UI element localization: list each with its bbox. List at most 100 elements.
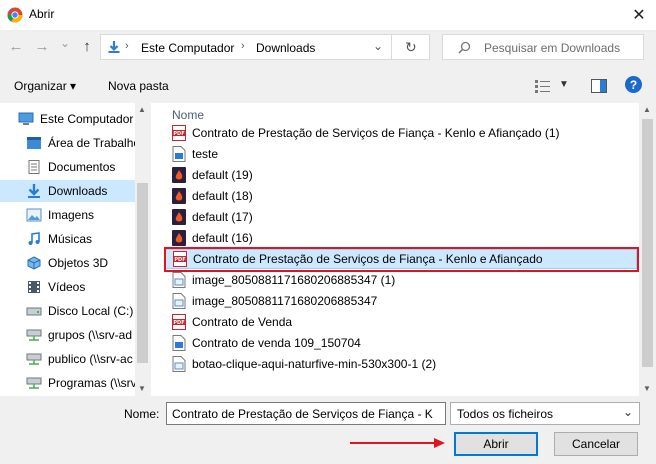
- breadcrumb-downloads[interactable]: Downloads: [256, 41, 315, 55]
- forward-button[interactable]: →: [34, 38, 50, 55]
- command-bar: Organizar ▾ Nova pasta ▼ ?: [0, 70, 656, 102]
- scrollbar-thumb[interactable]: [137, 183, 148, 363]
- tree-item-label: Área de Trabalho: [48, 136, 141, 150]
- scroll-down-icon[interactable]: ▼: [138, 384, 146, 393]
- tree-item-label: Este Computador: [40, 112, 134, 126]
- close-icon: ✕: [632, 7, 646, 24]
- tree-item-imagens[interactable]: Imagens: [0, 204, 150, 226]
- svg-text:PDF: PDF: [173, 320, 184, 326]
- adobe-icon: [164, 167, 192, 183]
- file-name: teste: [192, 147, 219, 161]
- tree-item-programas[interactable]: Programas (\\srv: [0, 372, 150, 394]
- column-header-nome[interactable]: Nome: [172, 108, 204, 122]
- adobe-icon: [164, 188, 192, 204]
- file-name: image_8050881171680206885347: [192, 294, 378, 308]
- search-input[interactable]: Pesquisar em Downloads: [484, 41, 620, 55]
- address-dropdown-icon[interactable]: ⌄: [373, 39, 383, 53]
- tree-item-area-de-trabalho[interactable]: Área de Trabalho: [0, 132, 150, 154]
- file-name: Contrato de venda 109_150704: [192, 336, 361, 350]
- image-file-icon: [164, 293, 192, 309]
- highlight-box: [164, 247, 639, 272]
- breadcrumb-separator: ›: [241, 40, 245, 52]
- tree-item-label: publico (\\srv-ac: [48, 352, 133, 366]
- organize-button[interactable]: Organizar ▾: [14, 79, 76, 93]
- tree-item-musicas[interactable]: Músicas: [0, 228, 150, 250]
- scroll-up-icon[interactable]: ▲: [643, 105, 651, 114]
- file-row[interactable]: default (17): [164, 207, 637, 227]
- image-file-icon: [164, 356, 192, 372]
- tree-item-este-computador[interactable]: Este Computador: [0, 108, 150, 130]
- tree-item-label: Imagens: [48, 208, 95, 222]
- tree-item-publico[interactable]: publico (\\srv-ac: [0, 348, 150, 370]
- file-row[interactable]: default (19): [164, 165, 637, 185]
- scrollbar-thumb[interactable]: [642, 119, 653, 367]
- file-row[interactable]: image_8050881171680206885347: [164, 291, 637, 311]
- svg-text:PDF: PDF: [173, 131, 184, 137]
- filename-value: Contrato de Prestação de Serviços de Fia…: [172, 407, 433, 421]
- tree-item-label: Programas (\\srv: [48, 376, 137, 390]
- tree-item-objetos-3d[interactable]: Objetos 3D: [0, 252, 150, 274]
- up-button[interactable]: ↑: [79, 38, 95, 55]
- tree-item-label: Vídeos: [48, 280, 86, 294]
- chrome-icon: [7, 7, 23, 23]
- tree-item-grupos[interactable]: grupos (\\srv-ad: [0, 324, 150, 346]
- document-icon: [164, 146, 192, 162]
- tree-item-videos[interactable]: Vídeos: [0, 276, 150, 298]
- refresh-icon[interactable]: ↻: [405, 39, 417, 56]
- file-row[interactable]: Contrato de venda 109_150704: [164, 333, 637, 353]
- objects3d-icon: [27, 256, 41, 270]
- new-folder-button[interactable]: Nova pasta: [108, 79, 169, 93]
- file-row[interactable]: PDF Contrato de Venda: [164, 312, 637, 332]
- navigation-scrollbar[interactable]: ▲ ▼: [135, 103, 150, 396]
- tree-item-label: Músicas: [48, 232, 93, 246]
- tree-item-documentos[interactable]: Documentos: [0, 156, 150, 178]
- back-button[interactable]: ←: [8, 38, 24, 55]
- open-button[interactable]: Abrir: [454, 432, 538, 456]
- file-name: Contrato de Prestação de Serviços de Fia…: [192, 126, 560, 140]
- drive-icon: [26, 307, 42, 316]
- address-bar[interactable]: › Este Computador › Downloads ⌄ ↻: [100, 34, 430, 60]
- red-arrow-annotation: [350, 438, 445, 448]
- scroll-up-icon[interactable]: ▲: [138, 105, 146, 114]
- images-icon: [26, 208, 42, 222]
- file-row[interactable]: botao-clique-aqui-naturfive-min-530x300-…: [164, 354, 637, 374]
- filename-field[interactable]: Contrato de Prestação de Serviços de Fia…: [166, 402, 446, 425]
- recent-locations-button[interactable]: ⌄: [57, 36, 73, 50]
- desktop-icon: [27, 137, 41, 149]
- tree-item-downloads[interactable]: Downloads: [0, 180, 150, 202]
- file-row[interactable]: teste: [164, 144, 637, 164]
- downloads-folder-icon: [108, 41, 120, 53]
- adobe-icon: [164, 230, 192, 246]
- scroll-down-icon[interactable]: ▼: [643, 384, 651, 393]
- cancel-button[interactable]: Cancelar: [554, 432, 638, 456]
- adobe-icon: [164, 209, 192, 225]
- computer-icon: [18, 112, 34, 125]
- view-options-icon[interactable]: [535, 79, 551, 93]
- breadcrumb-separator: ›: [125, 40, 129, 52]
- tree-item-label: Downloads: [48, 184, 108, 198]
- pdf-icon: PDF: [164, 314, 192, 330]
- title-bar: Abrir ✕: [0, 0, 656, 30]
- filetype-select[interactable]: Todos os ficheiros ⌄: [450, 402, 640, 425]
- file-row[interactable]: default (18): [164, 186, 637, 206]
- filename-label: Nome:: [124, 407, 160, 421]
- tree-item-disco-local[interactable]: Disco Local (C:): [0, 300, 150, 322]
- image-file-icon: [164, 272, 192, 288]
- help-button[interactable]: ?: [625, 76, 642, 93]
- view-dropdown-icon[interactable]: ▼: [559, 79, 569, 90]
- tree-item-label: grupos (\\srv-ad: [48, 328, 133, 342]
- search-box[interactable]: Pesquisar em Downloads: [442, 34, 644, 60]
- cancel-button-label: Cancelar: [571, 437, 621, 451]
- documents-icon: [28, 160, 40, 174]
- address-divider: [391, 35, 392, 59]
- downloads-icon: [28, 184, 40, 198]
- file-row[interactable]: default (16): [164, 228, 637, 248]
- breadcrumb-este-computador[interactable]: Este Computador: [141, 41, 234, 55]
- file-row[interactable]: image_8050881171680206885347 (1): [164, 270, 637, 290]
- preview-pane-icon[interactable]: [591, 79, 607, 93]
- file-row[interactable]: PDF Contrato de Prestação de Serviços de …: [164, 123, 637, 143]
- close-button[interactable]: ✕: [624, 2, 654, 28]
- file-list-scrollbar[interactable]: ▲ ▼: [639, 103, 656, 396]
- network-drive-icon: [26, 377, 42, 389]
- file-name: default (17): [192, 210, 253, 224]
